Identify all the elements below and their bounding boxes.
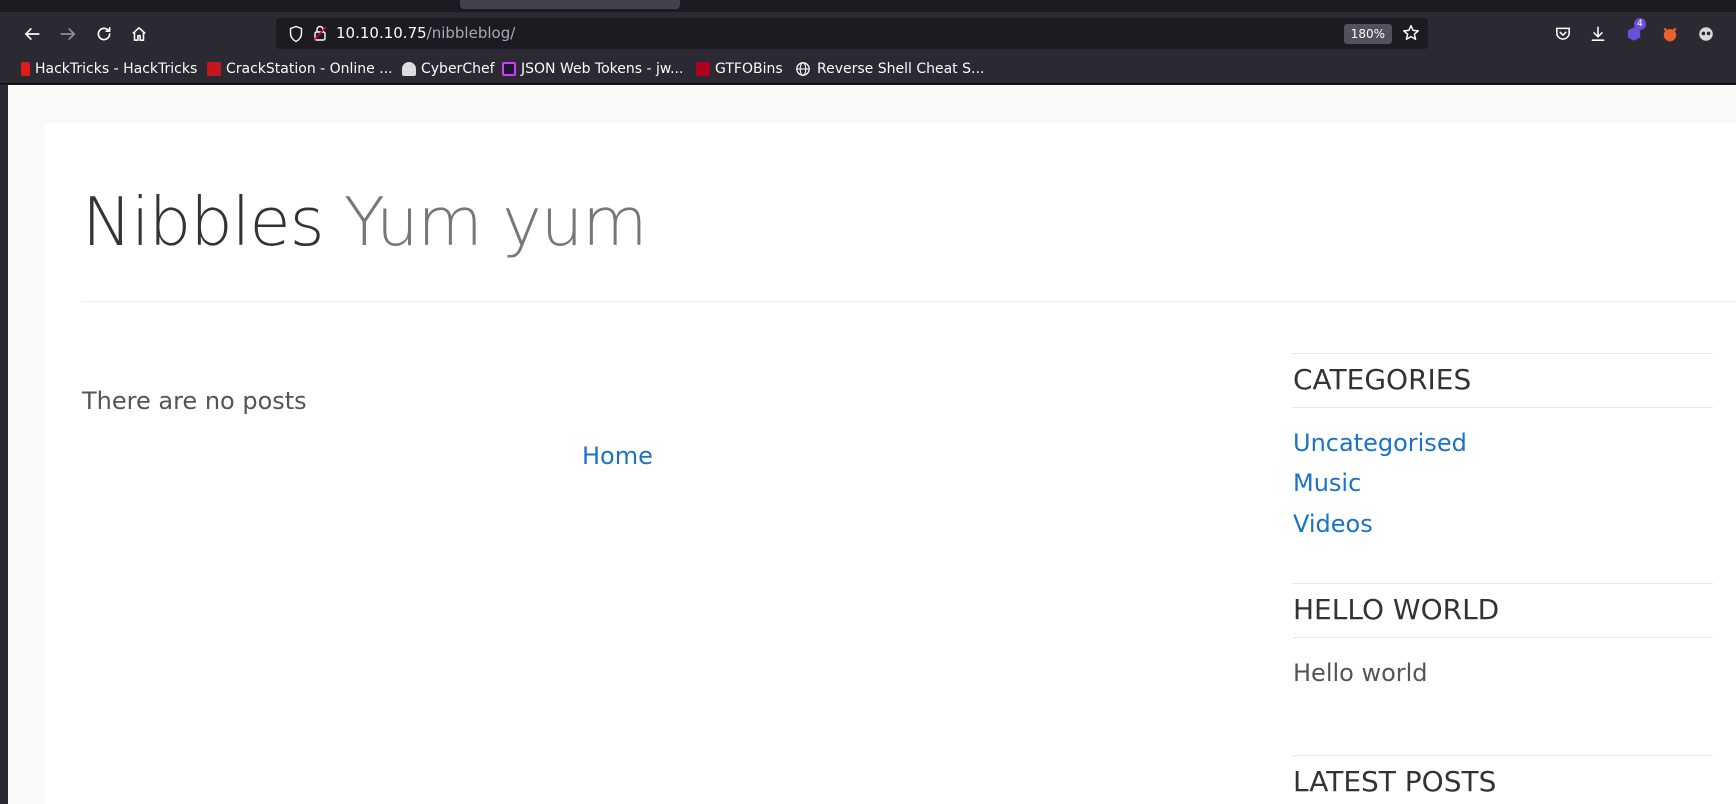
url-bar[interactable]: 10.10.10.75/nibbleblog/ 180% <box>276 18 1428 49</box>
chef-hat-icon <box>402 62 416 76</box>
window-edge <box>0 85 8 804</box>
navigation-toolbar: 10.10.10.75/nibbleblog/ 180% 4 <box>0 12 1736 54</box>
crackstation-icon <box>207 62 221 76</box>
back-button[interactable] <box>17 19 47 49</box>
bookmark-label: GTFOBins <box>715 61 783 77</box>
extension-button-fox[interactable] <box>1660 24 1680 44</box>
extension-button-mask[interactable] <box>1696 24 1716 44</box>
globe-icon <box>796 62 810 76</box>
reload-button[interactable] <box>89 19 119 49</box>
bookmark-hacktricks[interactable]: HackTricks - HackTricks <box>21 60 197 78</box>
arrow-right-icon <box>60 28 76 40</box>
bookmark-label: Reverse Shell Cheat S... <box>817 61 985 77</box>
bookmark-label: HackTricks - HackTricks <box>35 61 198 77</box>
mask-icon <box>1699 27 1713 41</box>
page-viewport: Nibbles Yum yum There are no posts Home … <box>8 85 1736 804</box>
category-link-uncategorised[interactable]: Uncategorised <box>1293 429 1467 457</box>
widget-divider <box>1293 353 1713 354</box>
bookmark-jwt[interactable]: JSON Web Tokens - jw... <box>502 60 683 78</box>
arrow-left-icon <box>24 28 40 40</box>
tab-strip <box>0 0 1736 12</box>
forward-button[interactable] <box>53 19 83 49</box>
jwt-icon <box>502 62 516 76</box>
foxyproxy-icon <box>1663 27 1677 42</box>
widget-divider <box>1293 755 1713 756</box>
url-path: /nibbleblog/ <box>426 24 516 42</box>
hacktricks-icon <box>21 62 30 76</box>
pocket-button[interactable] <box>1553 24 1573 44</box>
pocket-icon <box>1556 27 1570 40</box>
reload-icon <box>97 26 111 41</box>
category-link-videos[interactable]: Videos <box>1293 510 1373 538</box>
site-name: Nibbles <box>82 183 325 261</box>
bookmark-reverse-shell[interactable]: Reverse Shell Cheat S... <box>795 60 984 78</box>
gtfobins-icon <box>696 62 710 76</box>
extension-badge: 4 <box>1634 18 1646 30</box>
bookmark-gtfobins[interactable]: GTFOBins <box>696 60 783 78</box>
insecure-lock-icon[interactable] <box>312 24 328 42</box>
zoom-level-badge[interactable]: 180% <box>1343 24 1392 44</box>
widget-divider <box>1293 583 1713 584</box>
bookmark-label: JSON Web Tokens - jw... <box>521 61 684 77</box>
bookmark-label: CrackStation - Online ... <box>226 61 393 77</box>
bookmark-label: CyberChef <box>421 61 495 77</box>
latest-posts-title: LATEST POSTS <box>1293 765 1497 798</box>
widget-divider <box>1293 637 1713 638</box>
categories-title: CATEGORIES <box>1293 363 1472 396</box>
extension-button-purple[interactable]: 4 <box>1624 18 1646 44</box>
hello-world-text: Hello world <box>1293 659 1428 687</box>
hello-world-title: HELLO WORLD <box>1293 593 1500 626</box>
header-divider <box>82 301 1736 302</box>
bookmarks-toolbar: HackTricks - HackTricks CrackStation - O… <box>0 54 1736 84</box>
home-button[interactable] <box>124 19 154 49</box>
url-text[interactable]: 10.10.10.75/nibbleblog/ <box>336 24 515 42</box>
downloads-button[interactable] <box>1588 24 1608 44</box>
bookmark-cyberchef[interactable]: CyberChef <box>402 60 495 78</box>
bookmark-star-icon[interactable] <box>1402 24 1420 42</box>
url-host: 10.10.10.75 <box>336 24 427 42</box>
active-tab[interactable] <box>460 0 680 9</box>
page-container: Nibbles Yum yum There are no posts Home … <box>45 123 1736 804</box>
home-icon <box>132 27 146 41</box>
site-title[interactable]: Nibbles Yum yum <box>82 183 648 261</box>
category-link-music[interactable]: Music <box>1293 469 1361 497</box>
home-link[interactable]: Home <box>582 442 653 470</box>
shield-icon[interactable] <box>288 25 304 43</box>
download-icon <box>1591 26 1605 41</box>
widget-divider <box>1293 407 1713 408</box>
bookmark-crackstation[interactable]: CrackStation - Online ... <box>207 60 393 78</box>
no-posts-message: There are no posts <box>82 387 307 415</box>
site-slogan: Yum yum <box>343 183 648 261</box>
